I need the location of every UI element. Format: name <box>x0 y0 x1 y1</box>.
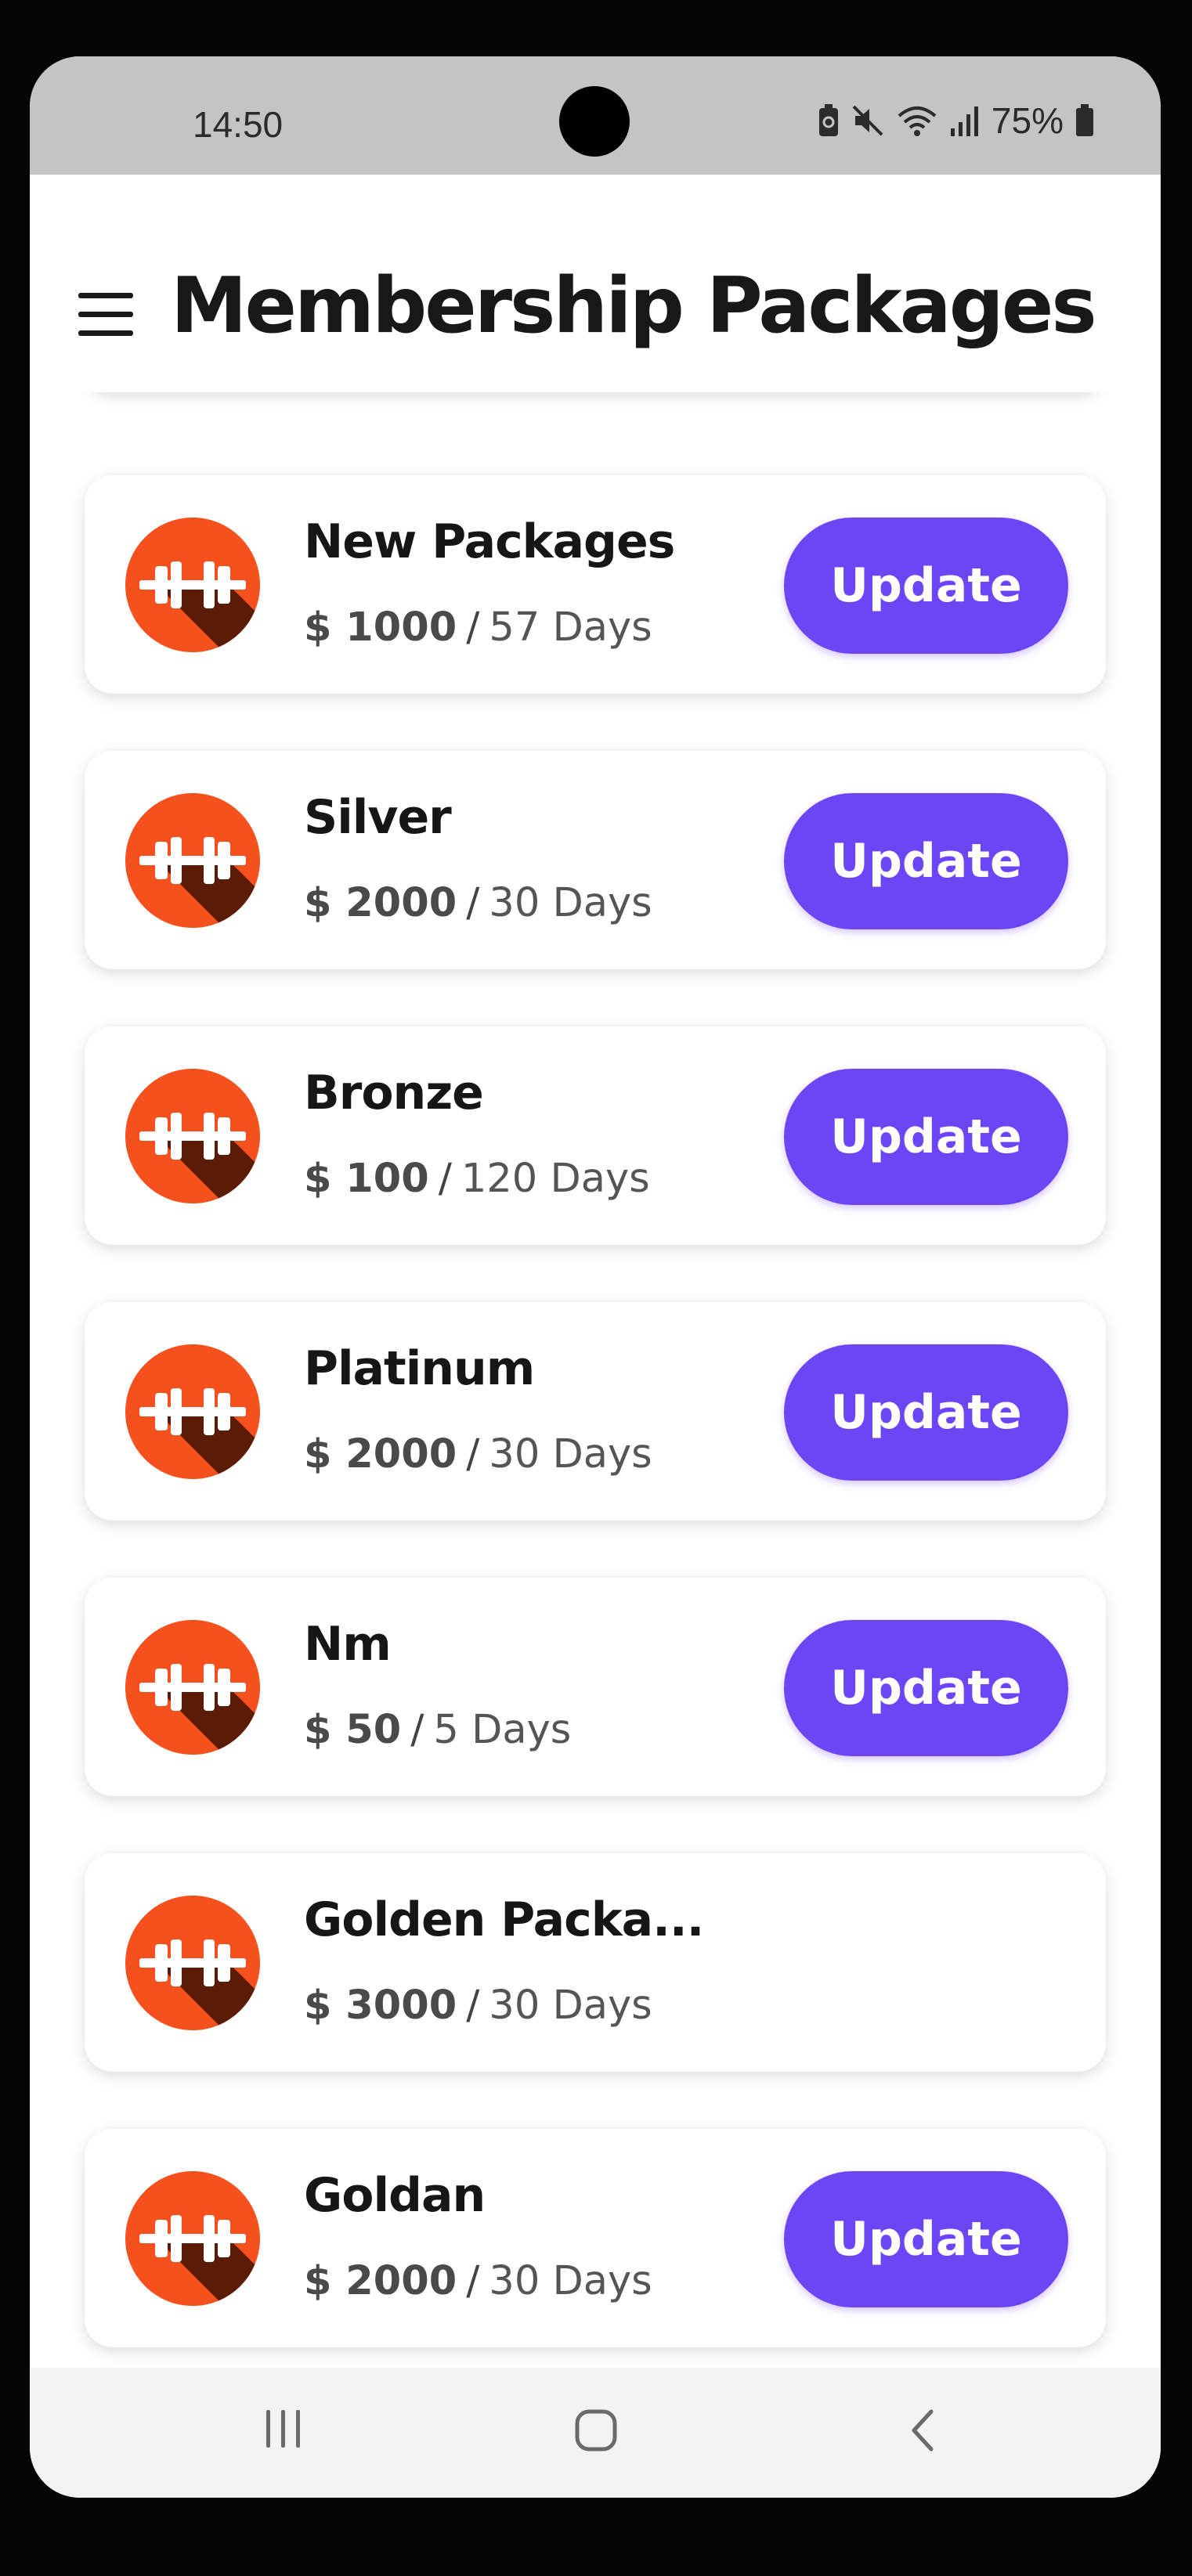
package-card: Nm $ 50/5 Days Update <box>85 1578 1106 1796</box>
mute-icon <box>851 103 885 138</box>
package-duration: 120 Days <box>461 1156 650 1202</box>
dumbbell-icon <box>125 518 260 652</box>
package-duration: 30 Days <box>489 1431 652 1477</box>
status-bar: 14:50 75% <box>30 56 1161 175</box>
price-separator: / <box>466 2258 480 2304</box>
home-icon[interactable] <box>573 2407 619 2454</box>
price-separator: / <box>466 1983 480 2029</box>
package-price: $ 2000 <box>304 1431 457 1477</box>
package-card: Bronze $ 100/120 Days Update <box>85 1026 1106 1245</box>
package-price-line: $ 2000/30 Days <box>304 880 652 926</box>
package-card: New Packages $ 1000/57 Days Update <box>85 475 1106 694</box>
package-price-line: $ 100/120 Days <box>304 1156 650 1202</box>
back-icon[interactable] <box>903 2407 942 2454</box>
signal-icon <box>949 103 981 138</box>
recents-icon[interactable] <box>262 2407 305 2451</box>
price-separator: / <box>410 1707 424 1753</box>
package-name: Silver <box>304 790 452 845</box>
package-name: Nm <box>304 1617 392 1672</box>
package-card: Silver $ 2000/30 Days Update <box>85 751 1106 969</box>
package-card: Goldan $ 2000/30 Days Update <box>85 2129 1106 2347</box>
update-button[interactable]: Update <box>784 518 1068 654</box>
package-duration: 30 Days <box>489 880 652 926</box>
hamburger-menu-icon[interactable] <box>78 293 135 338</box>
update-button[interactable]: Update <box>784 793 1068 929</box>
update-button[interactable]: Update <box>784 1344 1068 1481</box>
package-duration: 57 Days <box>489 604 652 651</box>
package-name: Goldan <box>304 2168 486 2223</box>
package-name: New Packages <box>304 514 675 569</box>
update-button[interactable]: Update <box>784 2171 1068 2307</box>
update-button[interactable]: Update <box>784 1069 1068 1205</box>
package-price-line: $ 1000/57 Days <box>304 604 652 651</box>
price-separator: / <box>438 1156 452 1202</box>
front-camera <box>559 86 630 157</box>
package-name: Golden Packa... <box>304 1892 704 1947</box>
system-nav-bar <box>30 2368 1161 2498</box>
dumbbell-icon <box>125 793 260 928</box>
package-price-line: $ 3000/30 Days <box>304 1983 652 2029</box>
price-separator: / <box>466 604 480 651</box>
package-price: $ 2000 <box>304 2258 457 2304</box>
package-card: Platinum $ 2000/30 Days Update <box>85 1302 1106 1521</box>
package-card: Golden Packa... $ 3000/30 Days <box>85 1853 1106 2072</box>
status-icons: 75% <box>818 100 1095 141</box>
dumbbell-icon <box>125 1344 260 1479</box>
package-price-line: $ 50/5 Days <box>304 1707 571 1753</box>
dumbbell-icon <box>125 1896 260 2030</box>
update-button[interactable]: Update <box>784 1620 1068 1756</box>
wifi-icon <box>896 103 938 138</box>
package-duration: 5 Days <box>433 1707 572 1753</box>
price-separator: / <box>466 1431 480 1477</box>
dumbbell-icon <box>125 1069 260 1203</box>
price-separator: / <box>466 880 480 926</box>
package-price-line: $ 2000/30 Days <box>304 2258 652 2304</box>
package-price-line: $ 2000/30 Days <box>304 1431 652 1477</box>
battery-percentage: 75% <box>991 100 1064 141</box>
package-list: New Packages $ 1000/57 Days Update Silve… <box>30 354 1161 2421</box>
dumbbell-icon <box>125 2171 260 2306</box>
status-time: 14:50 <box>193 104 284 145</box>
page-title: Membership Packages <box>171 262 1097 351</box>
package-price: $ 3000 <box>304 1983 457 2029</box>
battery-icon <box>1075 103 1095 138</box>
phone-screen: 14:50 75% Membership Packages New Packag… <box>30 56 1161 2498</box>
package-price: $ 2000 <box>304 880 457 926</box>
battery-saver-icon <box>818 103 840 138</box>
package-name: Platinum <box>304 1341 535 1396</box>
package-price: $ 1000 <box>304 604 457 651</box>
app-header: Membership Packages <box>30 175 1161 392</box>
package-duration: 30 Days <box>489 2258 652 2304</box>
package-name: Bronze <box>304 1066 484 1120</box>
package-duration: 30 Days <box>489 1983 652 2029</box>
dumbbell-icon <box>125 1620 260 1755</box>
package-price: $ 100 <box>304 1156 429 1202</box>
package-price: $ 50 <box>304 1707 402 1753</box>
